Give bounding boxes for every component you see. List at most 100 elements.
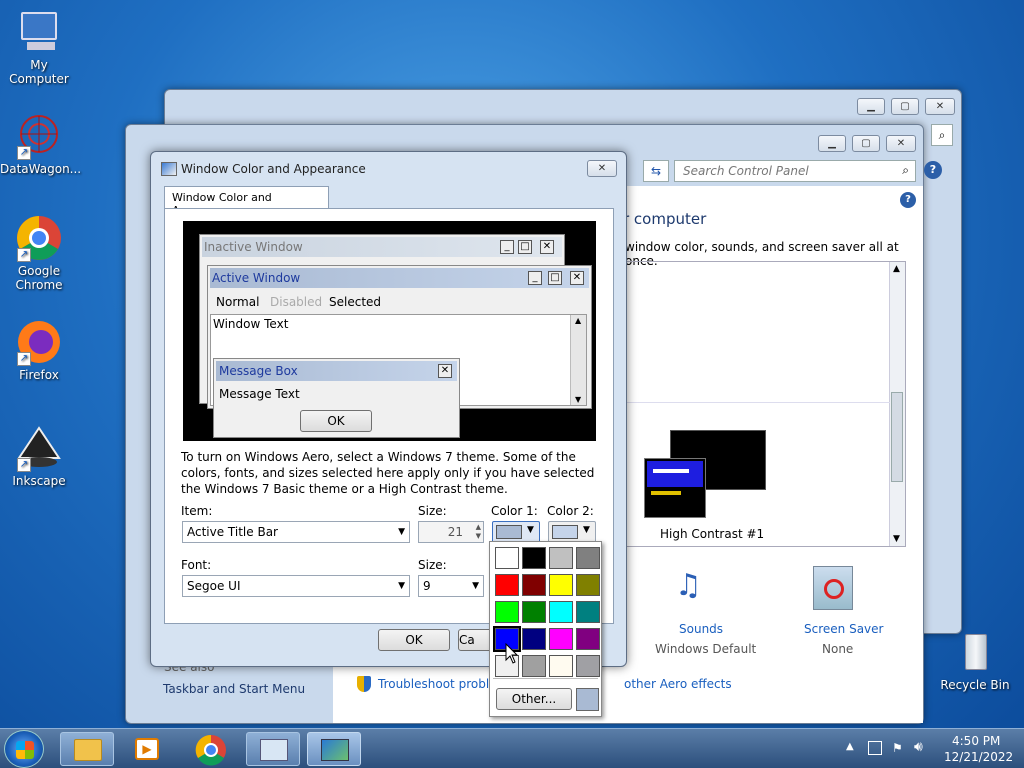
color-swatch[interactable] [576, 574, 600, 596]
shield-icon [357, 676, 371, 692]
maximize-button[interactable]: ▢ [891, 98, 919, 115]
color-swatch[interactable] [495, 601, 519, 623]
color-swatch[interactable] [495, 547, 519, 569]
taskbar-media-player[interactable]: ▶ [120, 732, 174, 766]
refresh-button[interactable]: ⇆ [643, 160, 669, 182]
taskbar-display-settings[interactable] [307, 732, 361, 766]
color-swatch[interactable] [522, 601, 546, 623]
active-window-title: Active Window [212, 271, 301, 285]
taskbar-explorer[interactable] [60, 732, 114, 766]
search-icon: ⌕ [902, 163, 909, 177]
clock-time[interactable]: 4:50 PM [952, 734, 1000, 748]
search-input[interactable]: Search Control Panel ⌕ [674, 160, 916, 182]
volume-icon[interactable]: 🔊︎ [914, 739, 923, 755]
color2-swatch [552, 525, 578, 539]
minimize-button[interactable]: ▁ [818, 135, 846, 152]
aero-effects-link[interactable]: other Aero effects [624, 677, 732, 691]
color-swatch[interactable] [576, 601, 600, 623]
item-select-value: Active Title Bar [187, 525, 278, 539]
color2-label: Color 2: [547, 504, 594, 518]
theme-list: ▲ ▼ High Contrast #1 [623, 261, 906, 547]
screen-saver-link[interactable]: Screen Saver [804, 622, 883, 636]
display-icon [321, 739, 349, 761]
item-select[interactable]: Active Title Bar ▼ [182, 521, 410, 543]
other-colors-button[interactable]: Other... [496, 688, 572, 710]
window-text: Window Text [213, 317, 289, 331]
maximize-icon: □ [548, 271, 562, 285]
color-swatch[interactable] [549, 601, 573, 623]
desktop-icon-inkscape[interactable]: ↗ Inkscape [0, 424, 78, 488]
color2-button[interactable]: ▼ [548, 521, 596, 543]
color-swatch[interactable] [495, 574, 519, 596]
close-icon: ✕ [438, 364, 452, 378]
color-swatch[interactable] [522, 574, 546, 596]
chevron-down-icon: ▼ [398, 527, 405, 537]
color-swatch[interactable] [549, 628, 573, 650]
preview-scrollbar: ▲ ▼ [570, 315, 586, 405]
firefox-icon: ↗ [15, 318, 63, 366]
color-swatch[interactable] [549, 655, 573, 677]
mouse-cursor-icon [505, 643, 519, 664]
media-player-icon: ▶ [135, 738, 159, 760]
color1-button[interactable]: ▼ [492, 521, 540, 543]
theme-list-scrollbar[interactable]: ▲ ▼ [889, 262, 905, 546]
menu-disabled: Disabled [270, 295, 323, 309]
control-panel-icon [260, 739, 288, 761]
font-select[interactable]: Segoe UI ▼ [182, 575, 410, 597]
minimize-icon: _ [528, 271, 542, 285]
color-swatch[interactable] [549, 547, 573, 569]
troubleshoot-link[interactable]: Troubleshoot probler [378, 677, 501, 691]
spinner-arrows-icon: ▲ ▼ [475, 523, 481, 540]
icon-label: Google Chrome [15, 264, 63, 292]
color1-swatch [496, 525, 522, 539]
minimize-button[interactable]: ▁ [857, 98, 885, 115]
network-icon[interactable] [868, 741, 882, 755]
info-text: To turn on Windows Aero, select a Window… [181, 450, 595, 496]
help-icon[interactable]: ? [924, 161, 942, 179]
clock-date[interactable]: 12/21/2022 [944, 750, 1013, 764]
screen-saver-icon[interactable] [813, 566, 853, 610]
search-icon[interactable]: ⌕ [931, 124, 953, 146]
color-swatch[interactable] [576, 628, 600, 650]
show-hidden-icons[interactable]: ▲ [846, 741, 854, 752]
chevron-down-icon: ▼ [583, 525, 590, 535]
chrome-icon: ↗ [15, 214, 63, 262]
color-swatch[interactable] [522, 628, 546, 650]
taskbar-chrome[interactable] [184, 732, 238, 766]
item-size-spinner[interactable]: 21 ▲ ▼ [418, 521, 484, 543]
color-palette-popup: Other... [489, 541, 602, 717]
dialog-title: Window Color and Appearance [181, 162, 366, 176]
icon-label: Firefox [19, 368, 59, 382]
chevron-down-icon: ▼ [398, 581, 405, 591]
font-size-select[interactable]: 9 ▼ [418, 575, 484, 597]
item-size-value: 21 [447, 525, 463, 539]
icon-label: DataWagon... [0, 162, 82, 176]
desktop-icon-datawagon[interactable]: ↗ DataWagon... [0, 112, 82, 176]
color-swatch[interactable] [522, 547, 546, 569]
color-swatch[interactable] [576, 655, 600, 677]
taskbar-start-menu-link[interactable]: Taskbar and Start Menu [163, 682, 305, 696]
font-size-label: Size: [418, 558, 447, 572]
color-swatch[interactable] [522, 655, 546, 677]
screen-saver-value: None [822, 642, 854, 656]
close-button[interactable]: ✕ [587, 160, 617, 177]
item-size-label: Size: [418, 504, 447, 518]
close-button[interactable]: ✕ [886, 135, 916, 152]
color-swatch[interactable] [549, 574, 573, 596]
sounds-icon[interactable]: ♫ [675, 568, 721, 612]
sounds-link[interactable]: Sounds [679, 622, 723, 636]
taskbar-control-panel[interactable] [246, 732, 300, 766]
desktop-icon-my-computer[interactable]: My Computer [0, 8, 78, 86]
desktop-icon-recycle-bin[interactable]: Recycle Bin [936, 628, 1014, 692]
color-swatch[interactable] [576, 547, 600, 569]
start-button[interactable] [4, 730, 44, 768]
close-button[interactable]: ✕ [925, 98, 955, 115]
desktop-icon-firefox[interactable]: ↗ Firefox [0, 318, 78, 382]
ok-button[interactable]: OK [378, 629, 450, 651]
appearance-preview[interactable]: Inactive Window _ □ ✕ Active Window _ □ … [183, 221, 596, 441]
action-center-icon[interactable]: ⚑ [892, 741, 903, 755]
maximize-button[interactable]: ▢ [852, 135, 880, 152]
tab-window-color[interactable]: Window Color and Appearance [164, 186, 329, 217]
desktop-icon-chrome[interactable]: ↗ Google Chrome [0, 214, 78, 292]
help-icon[interactable]: ? [900, 192, 916, 208]
